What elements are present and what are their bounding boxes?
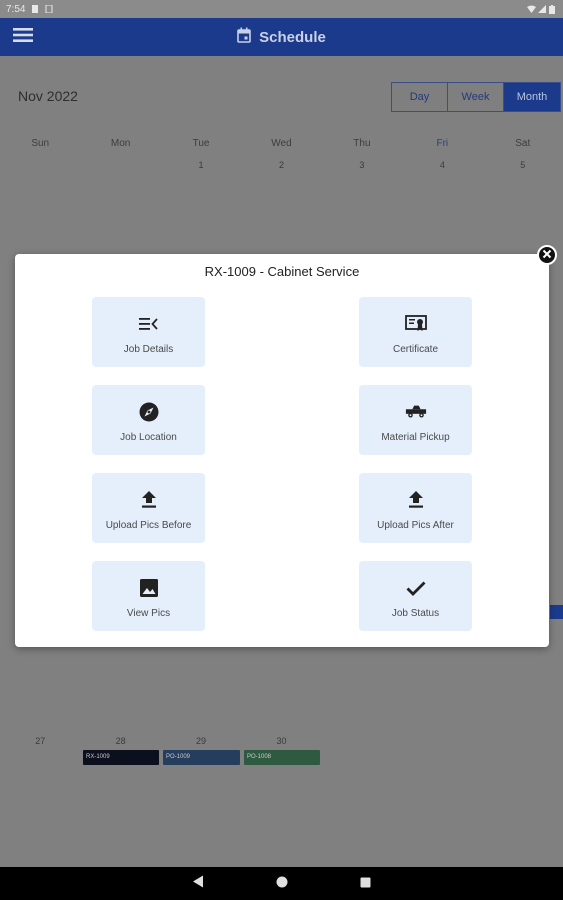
status-bar: 7:54 <box>0 0 563 18</box>
signal-icon <box>538 5 546 13</box>
day-cell[interactable] <box>0 160 80 170</box>
month-label: Nov 2022 <box>18 88 78 104</box>
day-cell[interactable]: 4 <box>402 160 482 170</box>
job-status-button[interactable]: Job Status <box>359 561 472 631</box>
tile-label: Job Location <box>120 432 177 443</box>
day-cell[interactable] <box>80 160 160 170</box>
week-row: 27 28 29 30 RX-1009 PO-1009 PO-1008 <box>0 736 563 765</box>
tile-label: View Pics <box>126 608 171 619</box>
wifi-icon <box>527 5 536 13</box>
day-cell[interactable]: 30 <box>241 736 321 746</box>
weekday-header: Sun Mon Tue Wed Thu Fri Sat <box>0 138 563 149</box>
material-pickup-button[interactable]: Material Pickup <box>359 385 472 455</box>
tile-label: Job Status <box>391 608 440 619</box>
weekday-label: Tue <box>192 138 210 149</box>
truck-icon <box>405 401 427 423</box>
day-cell[interactable]: 28 <box>80 736 160 746</box>
weekday-label: Sat <box>515 138 531 149</box>
day-cell[interactable]: 29 <box>161 736 241 746</box>
upload-icon <box>138 489 160 511</box>
upload-pics-before-button[interactable]: Upload Pics Before <box>92 473 205 543</box>
compass-icon <box>138 401 160 423</box>
upload-pics-after-button[interactable]: Upload Pics After <box>359 473 472 543</box>
event-chip[interactable]: PO-1008 <box>244 750 320 765</box>
view-pics-button[interactable]: View Pics <box>92 561 205 631</box>
status-time: 7:54 <box>6 3 26 15</box>
day-view-button[interactable]: Day <box>392 83 448 111</box>
tile-label: Job Details <box>123 344 174 355</box>
weekday-label: Mon <box>110 138 131 149</box>
weekday-label: Fri <box>436 138 449 149</box>
week-row: 1 2 3 4 5 <box>0 160 563 170</box>
battery-icon <box>549 5 557 14</box>
view-toggle: Day Week Month <box>391 82 561 112</box>
home-circle-icon <box>276 875 288 892</box>
checkmark-icon <box>405 577 427 599</box>
back-triangle-icon <box>192 875 204 892</box>
sd-card-icon <box>31 5 39 13</box>
weekday-label: Wed <box>271 138 292 149</box>
event-chip[interactable]: RX-1009 <box>83 750 159 765</box>
list-details-icon <box>138 313 160 335</box>
app-bar: Schedule <box>0 18 563 56</box>
day-cell[interactable]: 3 <box>322 160 402 170</box>
certificate-icon <box>404 313 427 335</box>
certificate-button[interactable]: Certificate <box>359 297 472 367</box>
job-location-button[interactable]: Job Location <box>92 385 205 455</box>
recents-button[interactable] <box>360 875 371 893</box>
event-bar-edge <box>550 605 563 619</box>
event-chip[interactable]: PO-1009 <box>163 750 240 765</box>
notification-icon <box>45 4 53 14</box>
tile-label: Upload Pics Before <box>105 520 192 531</box>
upload-icon <box>405 489 427 511</box>
back-button[interactable] <box>192 875 204 893</box>
month-view-button[interactable]: Month <box>504 83 560 111</box>
day-cell[interactable]: 5 <box>483 160 563 170</box>
hamburger-menu-icon <box>13 27 33 48</box>
image-icon <box>138 577 160 599</box>
day-cell[interactable]: 1 <box>161 160 241 170</box>
close-icon <box>542 246 552 264</box>
calendar-icon <box>237 27 251 48</box>
day-cell[interactable]: 2 <box>241 160 321 170</box>
tile-label: Certificate <box>392 344 438 355</box>
recents-square-icon <box>360 875 371 892</box>
job-actions-dialog: RX-1009 - Cabinet Service Job Details Ce… <box>15 254 549 647</box>
tile-label: Upload Pics After <box>377 520 454 531</box>
menu-button[interactable] <box>3 18 43 56</box>
home-button[interactable] <box>276 875 288 893</box>
system-nav-bar <box>0 867 563 900</box>
week-view-button[interactable]: Week <box>448 83 504 111</box>
day-cell[interactable]: 27 <box>0 736 80 746</box>
close-dialog-button[interactable] <box>537 245 557 265</box>
page-title: Schedule <box>259 28 326 46</box>
weekday-label: Sun <box>31 138 50 149</box>
job-details-button[interactable]: Job Details <box>92 297 205 367</box>
dialog-title: RX-1009 - Cabinet Service <box>204 264 360 279</box>
weekday-label: Thu <box>353 138 371 149</box>
tile-label: Material Pickup <box>381 432 450 443</box>
